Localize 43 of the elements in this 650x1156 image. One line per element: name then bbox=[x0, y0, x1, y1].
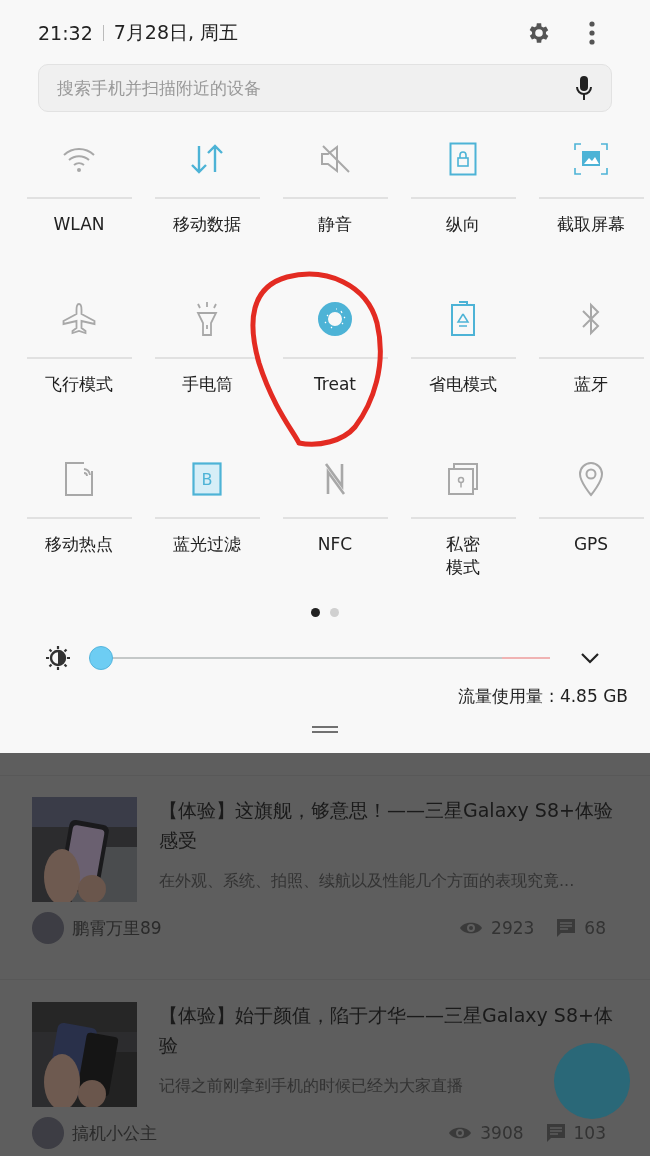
drag-handle-icon[interactable] bbox=[312, 726, 338, 733]
comment-icon bbox=[556, 918, 577, 938]
tile-label[interactable]: 飞行模式 bbox=[45, 373, 113, 396]
brightness-slider[interactable] bbox=[89, 645, 550, 671]
tile-label[interactable]: WLAN bbox=[53, 213, 105, 236]
date-text: 7月28日, 周五 bbox=[113, 20, 239, 45]
wifi-icon[interactable] bbox=[62, 145, 96, 173]
private-folder-icon[interactable] bbox=[447, 462, 479, 496]
tile-label[interactable]: 手电筒 bbox=[181, 373, 233, 396]
tile-label[interactable]: 蓝光过滤 bbox=[173, 533, 241, 556]
tile-label[interactable]: GPS bbox=[573, 533, 609, 556]
data-usage-text: 流量使用量 : 4.85 GB bbox=[458, 685, 628, 708]
tile-label[interactable]: 截取屏幕 bbox=[557, 213, 625, 236]
airplane-icon[interactable] bbox=[61, 302, 97, 336]
up-down-arrows-icon[interactable] bbox=[189, 144, 225, 174]
eye-icon bbox=[448, 1125, 473, 1141]
tile-label[interactable]: NFC bbox=[317, 533, 353, 556]
mute-icon[interactable] bbox=[319, 143, 351, 175]
tile-label[interactable]: 省电模式 bbox=[429, 373, 497, 396]
avatar bbox=[32, 1117, 64, 1149]
clock-time: 21:32 bbox=[38, 22, 93, 44]
more-options-icon[interactable] bbox=[588, 20, 596, 46]
microphone-icon[interactable] bbox=[576, 76, 592, 100]
tile-label[interactable]: 私密模式 bbox=[443, 533, 483, 579]
tile-label[interactable]: 移动热点 bbox=[45, 533, 113, 556]
tile-label[interactable]: Treat bbox=[313, 373, 356, 396]
lock-rotation-icon[interactable] bbox=[449, 142, 477, 176]
search-field[interactable]: 搜索手机并扫描附近的设备 bbox=[38, 64, 612, 112]
avatar bbox=[32, 912, 64, 944]
tile-label[interactable]: 移动数据 bbox=[173, 213, 241, 236]
hotspot-icon[interactable] bbox=[64, 461, 94, 497]
tile-label[interactable]: 蓝牙 bbox=[574, 373, 608, 396]
comment-icon bbox=[545, 1123, 566, 1143]
donut-icon[interactable] bbox=[317, 301, 353, 337]
chevron-down-icon[interactable] bbox=[580, 652, 600, 664]
eye-icon bbox=[459, 920, 484, 936]
location-pin-icon[interactable] bbox=[577, 461, 605, 497]
slider-thumb[interactable] bbox=[89, 646, 113, 670]
battery-recycle-icon[interactable] bbox=[450, 301, 476, 337]
tile-label[interactable]: 纵向 bbox=[446, 213, 480, 236]
screenshot-icon[interactable] bbox=[574, 143, 608, 175]
tile-label[interactable]: 静音 bbox=[318, 213, 352, 236]
brightness-icon bbox=[45, 645, 71, 671]
